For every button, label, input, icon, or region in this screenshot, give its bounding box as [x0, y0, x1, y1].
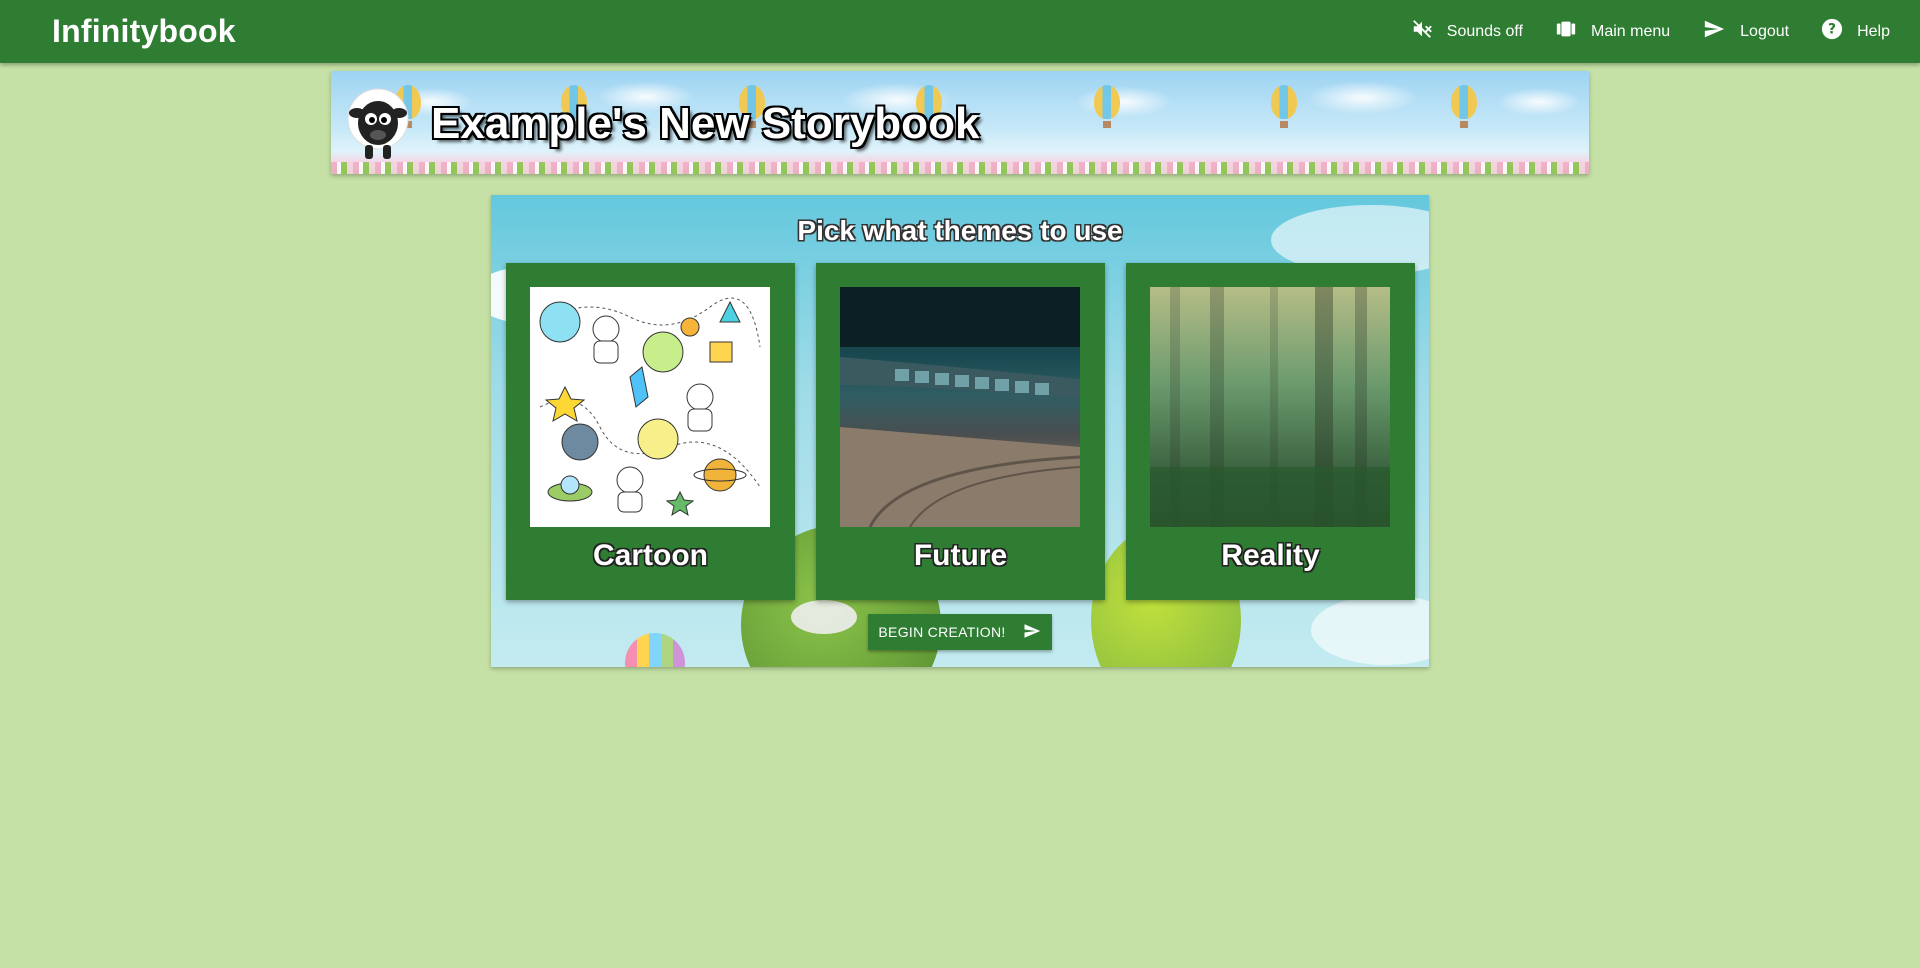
- volume-off-icon: [1411, 18, 1447, 45]
- svg-text:?: ?: [1828, 22, 1836, 38]
- theme-card-future[interactable]: Future: [816, 263, 1105, 600]
- theme-card-cartoon[interactable]: Cartoon: [506, 263, 795, 600]
- help-button[interactable]: ? Help: [1805, 0, 1906, 63]
- app-brand[interactable]: Infinitybook: [52, 13, 236, 50]
- help-circle-icon: ?: [1821, 18, 1857, 45]
- theme-label-reality: Reality: [1221, 539, 1320, 572]
- send-icon: [1702, 18, 1740, 45]
- logout-label: Logout: [1740, 22, 1790, 40]
- send-icon: [1006, 622, 1042, 643]
- misty-forest-image: [1150, 287, 1390, 527]
- storybook-banner: Example's New Storybook: [331, 71, 1589, 174]
- balloon-decoration: [1094, 85, 1120, 128]
- hot-air-balloon-decoration: [625, 633, 685, 667]
- cloud-decoration: [1311, 595, 1429, 665]
- begin-creation-label: BEGIN CREATION!: [878, 624, 1006, 640]
- storybook-title: Example's New Storybook: [431, 99, 980, 148]
- view-carousel-icon: [1555, 18, 1591, 45]
- main-menu-label: Main menu: [1591, 22, 1671, 40]
- flower-border: [331, 162, 1589, 174]
- begin-creation-button[interactable]: BEGIN CREATION!: [868, 614, 1052, 650]
- cloud-decoration: [791, 600, 857, 634]
- theme-label-cartoon: Cartoon: [593, 539, 708, 572]
- top-nav: Sounds off Main menu Logout ? Help: [1395, 0, 1906, 63]
- help-label: Help: [1857, 22, 1890, 40]
- app-bar: Infinitybook Sounds off Main menu Logout…: [0, 0, 1920, 63]
- balloon-decoration: [1451, 85, 1477, 128]
- sounds-toggle-button[interactable]: Sounds off: [1395, 0, 1539, 63]
- balloon-decoration: [1271, 85, 1297, 128]
- logout-button[interactable]: Logout: [1686, 0, 1805, 63]
- main-menu-button[interactable]: Main menu: [1539, 0, 1686, 63]
- theme-label-future: Future: [913, 539, 1008, 572]
- themes-heading: Pick what themes to use: [797, 215, 1123, 246]
- theme-card-reality[interactable]: Reality: [1126, 263, 1415, 600]
- spaceship-corridor-image: [840, 287, 1080, 527]
- sounds-label: Sounds off: [1446, 22, 1523, 40]
- sheep-avatar-icon: [345, 83, 411, 163]
- theme-picker-panel: Pick what themes to use Cartoon Future R…: [491, 195, 1429, 667]
- cartoon-space-doodles-image: [530, 287, 770, 527]
